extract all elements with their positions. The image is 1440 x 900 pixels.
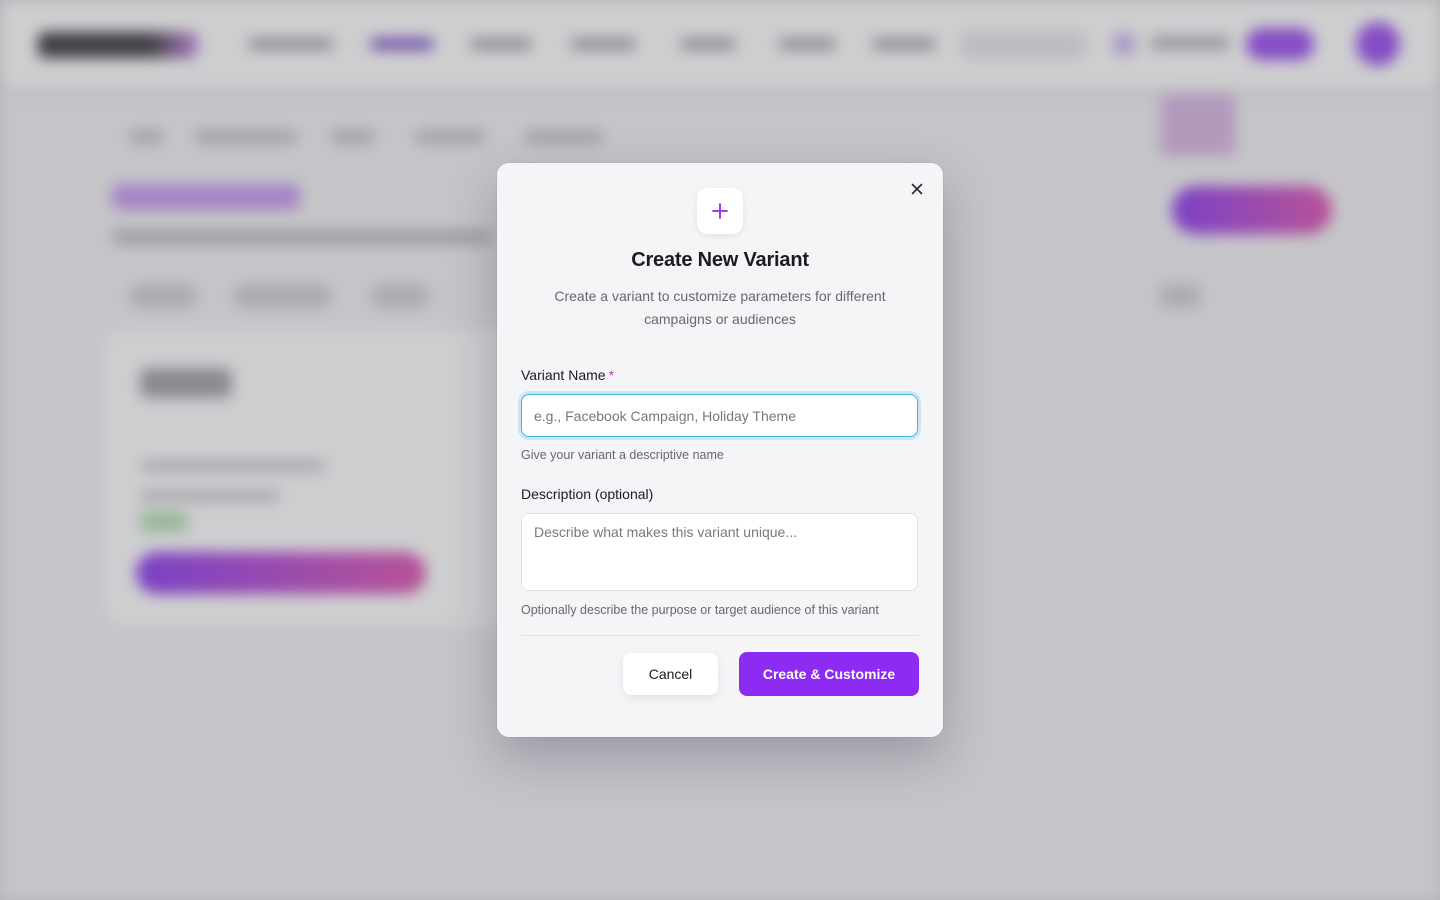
close-button[interactable] <box>907 179 927 199</box>
plus-icon <box>712 203 728 219</box>
create-variant-modal: Create New Variant Create a variant to c… <box>497 163 943 737</box>
required-marker: * <box>608 367 615 383</box>
description-textarea[interactable] <box>521 513 918 591</box>
variant-name-input[interactable] <box>521 394 918 437</box>
description-label: Description (optional) <box>521 486 654 502</box>
modal-title: Create New Variant <box>631 249 809 271</box>
footer-divider <box>521 635 919 636</box>
modal-subtitle: Create a variant to customize parameters… <box>554 288 886 327</box>
variant-name-hint: Give your variant a descriptive name <box>521 448 724 462</box>
variant-name-label: Variant Name * <box>521 367 614 383</box>
close-icon <box>911 183 923 195</box>
create-customize-button[interactable]: Create & Customize <box>739 652 919 696</box>
plus-icon-badge <box>697 188 743 234</box>
variant-name-label-text: Variant Name <box>521 367 606 383</box>
description-hint: Optionally describe the purpose or targe… <box>521 603 879 617</box>
cancel-button[interactable]: Cancel <box>623 653 718 695</box>
